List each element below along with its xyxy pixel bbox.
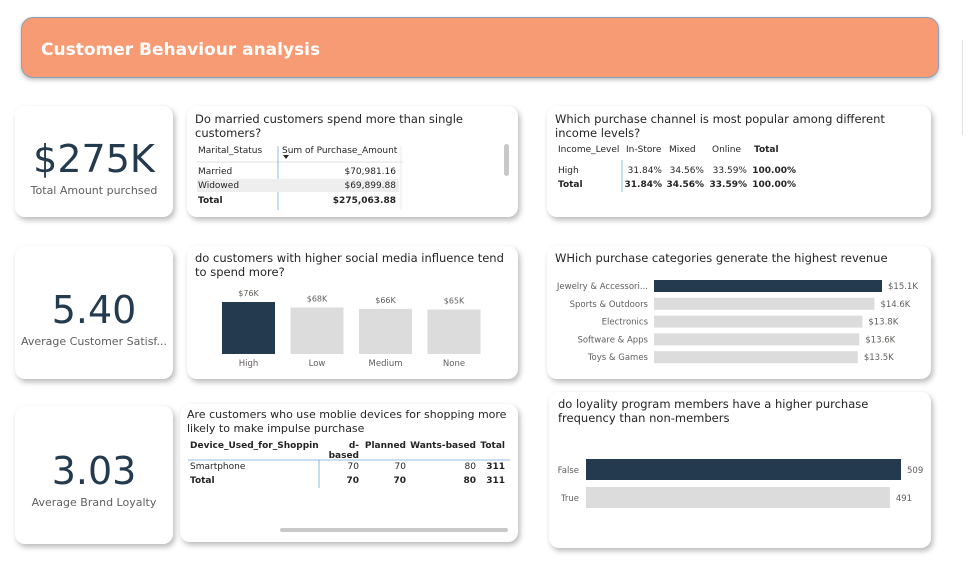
- data-label: $13.6K: [865, 335, 895, 345]
- marital-row-label: Married: [198, 167, 233, 177]
- loyalty-program-card[interactable]: do loyality program members have a highe…: [549, 392, 931, 548]
- bar-category: [654, 351, 858, 364]
- impulse-purchase-card[interactable]: Are customers who use moblie devices for…: [180, 404, 518, 542]
- category-label: Medium: [369, 359, 403, 369]
- data-label: $76K: [238, 289, 259, 298]
- kpi-card-brand-loyalty[interactable]: 3.03 Average Brand Loyalty: [15, 406, 173, 544]
- kpi-card-total-amount[interactable]: $275K Total Amount purchsed: [15, 106, 173, 217]
- category-label: True: [560, 494, 579, 504]
- category-label: False: [558, 466, 579, 476]
- social-media-card[interactable]: do customers with higher social media in…: [187, 246, 518, 379]
- channel-header-instore[interactable]: In-Store: [626, 145, 661, 155]
- kpi-label: Average Customer Satisf...: [21, 335, 167, 348]
- impulse-header-need[interactable]: d-based: [319, 441, 359, 461]
- page-edge-divider: [962, 40, 963, 135]
- marital-row-value: $69,899.88: [344, 181, 396, 191]
- channel-row-label: Total: [558, 180, 583, 190]
- kpi-value: 5.40: [51, 288, 137, 332]
- table-lines: [188, 459, 510, 532]
- channel-header-income[interactable]: Income_Level: [558, 145, 619, 155]
- data-label: $14.6K: [880, 300, 910, 310]
- category-label: Low: [309, 359, 326, 369]
- impulse-cell: 311: [486, 462, 505, 472]
- impulse-cell: 70: [346, 476, 359, 486]
- vertical-scrollbar[interactable]: [504, 144, 509, 176]
- kpi-card-satisfaction[interactable]: 5.40 Average Customer Satisf...: [15, 246, 173, 379]
- impulse-header-planned[interactable]: Planned: [363, 441, 406, 451]
- data-label: $13.8K: [868, 318, 898, 328]
- bar-category: [654, 280, 882, 292]
- marital-status-card[interactable]: Do married customers spend more than sin…: [187, 106, 518, 217]
- category-label: Electronics: [602, 318, 649, 328]
- bar-low: [290, 307, 344, 354]
- channel-header-total[interactable]: Total: [754, 145, 779, 155]
- channel-cell: 31.84%: [624, 180, 663, 190]
- impulse-row-label: Smartphone: [190, 462, 246, 472]
- kpi-label: Average Brand Loyalty: [31, 496, 157, 509]
- page-title: Customer Behaviour analysis: [41, 40, 321, 60]
- data-label: $15.1K: [888, 282, 918, 292]
- data-label: 491: [896, 494, 912, 504]
- category-label: Toys & Games: [587, 353, 649, 363]
- data-label: 509: [907, 466, 923, 476]
- channel-cell: 31.84%: [627, 166, 662, 176]
- category-label: High: [239, 359, 259, 369]
- channel-row-label: High: [558, 166, 579, 176]
- category-label: Sports & Outdoors: [570, 300, 649, 310]
- impulse-cell: 70: [347, 462, 359, 472]
- bar-category: [654, 315, 863, 328]
- impulse-cell: 70: [394, 462, 406, 472]
- impulse-cell: 70: [393, 476, 406, 486]
- channel-header-online[interactable]: Online: [712, 145, 741, 155]
- data-label: $66K: [375, 296, 396, 305]
- social-bar-chart: $76K High $68K Low $66K Medium $65K None: [222, 289, 481, 369]
- bar-false: [586, 459, 901, 480]
- impulse-cell: 80: [463, 476, 476, 486]
- channel-cell: 100.00%: [752, 166, 796, 176]
- channel-cell: 100.00%: [752, 180, 796, 190]
- purchase-channel-card[interactable]: Which purchase channel is most popular a…: [547, 106, 931, 217]
- marital-total-value: $275,063.88: [332, 196, 396, 206]
- category-label: Software & Apps: [577, 335, 648, 345]
- revenue-categories-card[interactable]: WHich purchase categories generate the h…: [547, 246, 931, 379]
- header-banner: Customer Behaviour analysis: [21, 17, 939, 78]
- impulse-cell: 311: [486, 476, 505, 486]
- channel-header-mixed[interactable]: Mixed: [669, 145, 696, 155]
- loyalty-bar-chart: False 509 True 491: [558, 459, 923, 508]
- channel-cell: 34.56%: [669, 166, 704, 176]
- kpi-value: 3.03: [51, 449, 137, 493]
- table-lines: [621, 160, 623, 192]
- bar-medium: [359, 308, 412, 354]
- impulse-header-total[interactable]: Total: [478, 441, 505, 451]
- horizontal-scrollbar[interactable]: [280, 528, 508, 532]
- kpi-value: $275K: [33, 137, 155, 181]
- marital-total-label: Total: [198, 196, 223, 206]
- data-label: $13.5K: [864, 353, 894, 363]
- channel-cell: 33.59%: [709, 180, 748, 190]
- bar-high: [222, 302, 275, 354]
- category-label: Jewelry & Accessori...: [556, 282, 648, 292]
- categories-bar-chart: Jewelry & Accessori... $15.1K Sports & Out…: [556, 280, 918, 364]
- bar-category: [654, 333, 860, 346]
- data-label: $68K: [307, 294, 328, 303]
- bar-none: [427, 309, 481, 354]
- impulse-cell: 80: [464, 462, 476, 472]
- channel-cell: 33.59%: [712, 166, 747, 176]
- impulse-header-device[interactable]: Device_Used_for_Shopping: [190, 441, 318, 451]
- bar-true: [586, 487, 890, 508]
- kpi-label: Total Amount purchsed: [30, 184, 158, 197]
- marital-header-sum[interactable]: Sum of Purchase_Amount: [282, 146, 397, 156]
- data-label: $65K: [444, 297, 465, 306]
- marital-row-label: Widowed: [198, 181, 240, 191]
- impulse-row-label: Total: [190, 476, 215, 486]
- channel-cell: 34.56%: [666, 180, 705, 190]
- category-label: None: [443, 359, 465, 369]
- marital-row-value: $70,981.16: [344, 167, 396, 177]
- marital-header-status[interactable]: Marital_Status: [198, 146, 262, 156]
- bar-category: [654, 297, 875, 310]
- impulse-header-wants[interactable]: Wants-based: [406, 441, 476, 451]
